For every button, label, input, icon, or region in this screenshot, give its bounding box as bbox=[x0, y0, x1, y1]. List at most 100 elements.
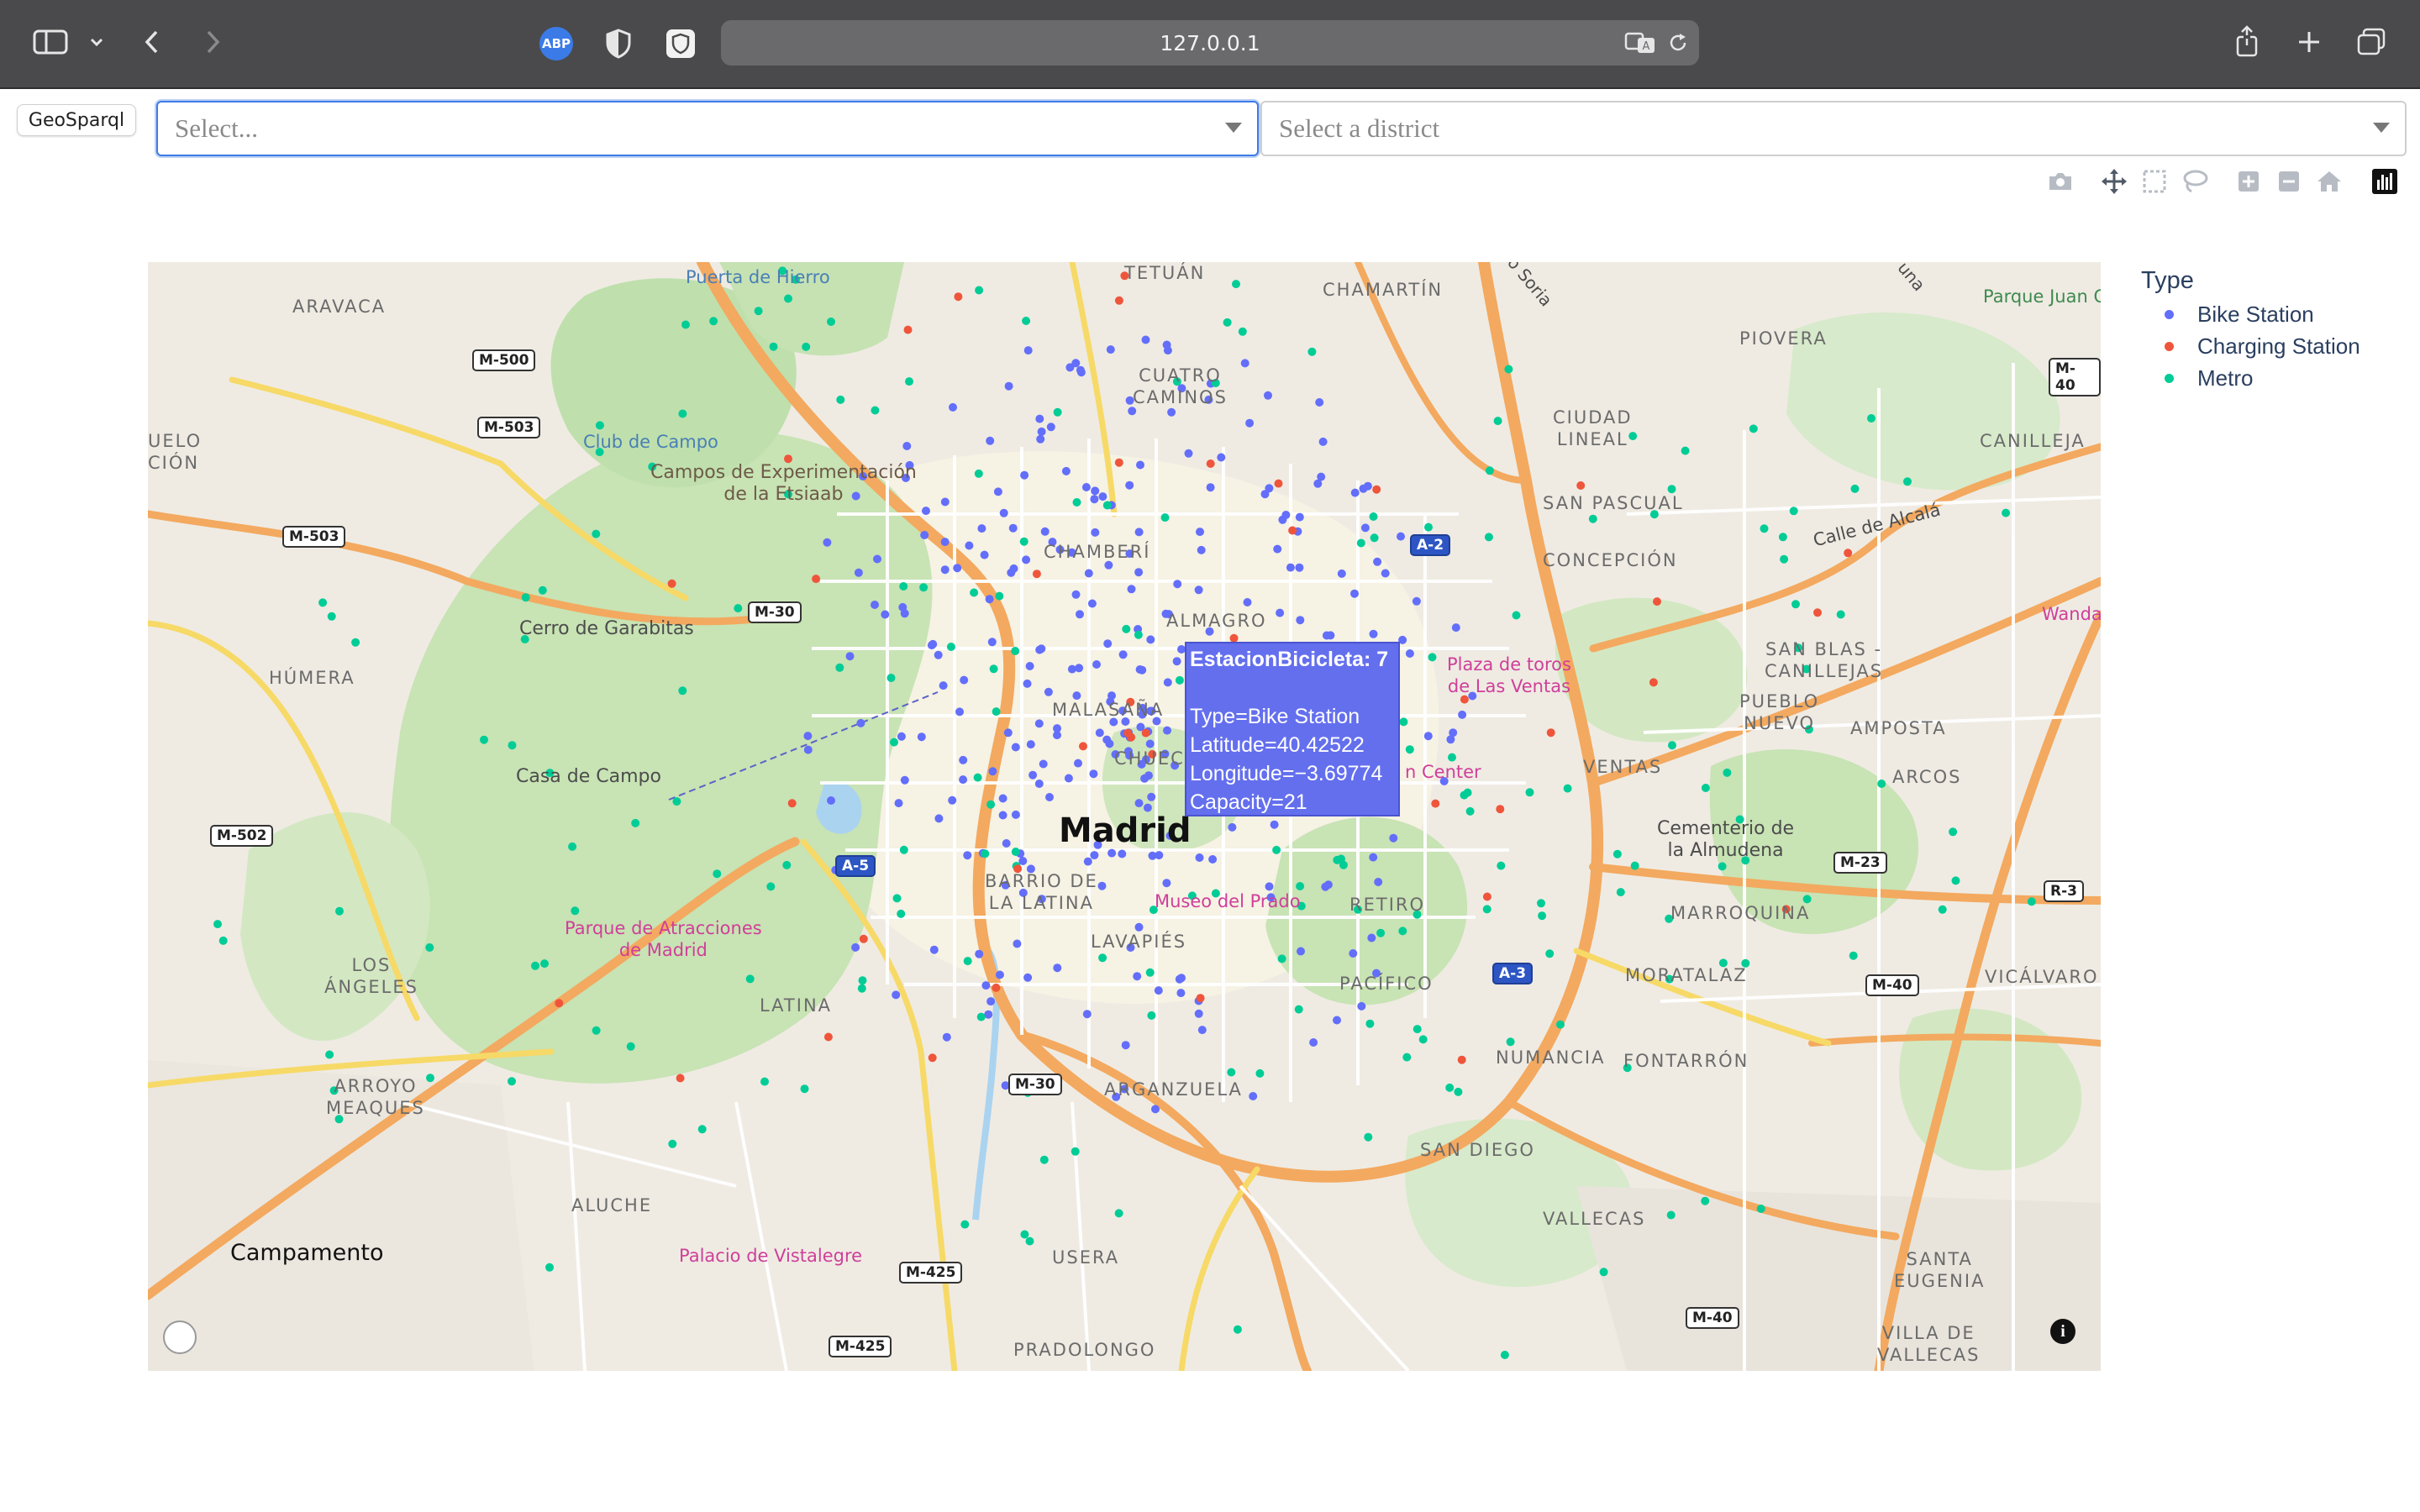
bike-station-marker[interactable] bbox=[1333, 1016, 1341, 1025]
metro-marker[interactable] bbox=[827, 318, 835, 326]
bike-station-marker[interactable] bbox=[1373, 557, 1382, 566]
bike-station-marker[interactable] bbox=[1134, 528, 1144, 537]
metro-marker[interactable] bbox=[1296, 882, 1305, 890]
tabs-overview-icon[interactable] bbox=[2354, 25, 2388, 59]
bike-station-marker[interactable] bbox=[1405, 649, 1414, 658]
metro-marker[interactable] bbox=[508, 1077, 516, 1086]
bike-station-marker[interactable] bbox=[917, 732, 926, 742]
metro-marker[interactable] bbox=[213, 920, 222, 929]
bike-station-marker[interactable] bbox=[1023, 973, 1033, 982]
bike-station-marker[interactable] bbox=[981, 981, 991, 990]
bike-station-marker[interactable] bbox=[1173, 580, 1182, 589]
bike-station-marker[interactable] bbox=[1217, 453, 1226, 462]
privacy-icon[interactable] bbox=[664, 27, 697, 60]
bike-station-marker[interactable] bbox=[1084, 569, 1093, 578]
metro-marker[interactable] bbox=[2002, 508, 2011, 517]
bike-station-marker[interactable] bbox=[1194, 585, 1203, 595]
metro-marker[interactable] bbox=[668, 1139, 677, 1148]
metro-marker[interactable] bbox=[766, 882, 776, 891]
reset-view-icon[interactable] bbox=[2312, 165, 2346, 198]
bike-station-marker[interactable] bbox=[1176, 989, 1186, 998]
bike-station-marker[interactable] bbox=[1423, 732, 1433, 741]
metro-marker[interactable] bbox=[890, 738, 898, 747]
metro-marker[interactable] bbox=[905, 377, 913, 386]
box-select-icon[interactable] bbox=[2138, 165, 2171, 198]
bike-station-marker[interactable] bbox=[939, 681, 948, 690]
charging-station-marker[interactable] bbox=[1274, 479, 1283, 488]
bike-station-marker[interactable] bbox=[1163, 678, 1172, 687]
bike-station-marker[interactable] bbox=[1350, 488, 1360, 497]
bike-station-marker[interactable] bbox=[1297, 947, 1305, 956]
metro-marker[interactable] bbox=[1011, 647, 1020, 655]
bike-station-marker[interactable] bbox=[1136, 460, 1144, 470]
charging-station-marker[interactable] bbox=[1196, 994, 1205, 1003]
bike-station-marker[interactable] bbox=[1090, 851, 1099, 860]
bike-station-marker[interactable] bbox=[1003, 728, 1013, 738]
bike-station-marker[interactable] bbox=[1276, 608, 1285, 617]
pan-icon[interactable] bbox=[2097, 165, 2131, 198]
bike-station-marker[interactable] bbox=[881, 610, 890, 619]
bike-station-marker[interactable] bbox=[1071, 590, 1081, 599]
metro-marker[interactable] bbox=[425, 943, 434, 952]
charging-station-marker[interactable] bbox=[1653, 597, 1661, 606]
chevron-down-icon[interactable] bbox=[1225, 123, 1242, 133]
charging-station-marker[interactable] bbox=[1114, 296, 1123, 305]
metro-marker[interactable] bbox=[989, 664, 998, 674]
bike-station-marker[interactable] bbox=[949, 402, 957, 412]
bike-station-marker[interactable] bbox=[827, 796, 835, 805]
bike-station-marker[interactable] bbox=[1011, 743, 1020, 752]
charging-station-marker[interactable] bbox=[1496, 805, 1505, 814]
map-logo-icon[interactable] bbox=[163, 1320, 197, 1354]
bike-station-marker[interactable] bbox=[1020, 470, 1029, 480]
metro-marker[interactable] bbox=[1025, 1236, 1034, 1246]
bike-station-marker[interactable] bbox=[986, 436, 995, 445]
bike-station-marker[interactable] bbox=[1007, 568, 1016, 577]
translate-icon[interactable]: A bbox=[1623, 30, 1657, 55]
metro-marker[interactable] bbox=[2027, 897, 2036, 906]
bike-station-marker[interactable] bbox=[1265, 882, 1274, 891]
metro-marker[interactable] bbox=[697, 1125, 707, 1134]
bike-station-marker[interactable] bbox=[1037, 644, 1046, 654]
bike-station-marker[interactable] bbox=[1090, 495, 1099, 504]
charging-station-marker[interactable] bbox=[1431, 799, 1440, 808]
metro-marker[interactable] bbox=[1537, 899, 1545, 908]
metro-marker[interactable] bbox=[1402, 1053, 1412, 1062]
bike-station-marker[interactable] bbox=[1197, 545, 1206, 554]
charging-station-marker[interactable] bbox=[1288, 526, 1297, 535]
bike-station-marker[interactable] bbox=[1369, 853, 1378, 862]
bike-station-marker[interactable] bbox=[1155, 851, 1164, 860]
bike-station-marker[interactable] bbox=[1196, 528, 1204, 537]
metro-marker[interactable] bbox=[1612, 849, 1622, 858]
metro-marker[interactable] bbox=[899, 582, 908, 591]
bike-station-marker[interactable] bbox=[1097, 881, 1107, 890]
metro-marker[interactable] bbox=[1175, 675, 1184, 685]
bike-station-marker[interactable] bbox=[1076, 610, 1084, 619]
metro-marker[interactable] bbox=[1867, 414, 1876, 423]
bike-station-marker[interactable] bbox=[1091, 486, 1100, 496]
metro-marker[interactable] bbox=[678, 686, 687, 696]
bike-station-marker[interactable] bbox=[1243, 598, 1252, 606]
bike-station-marker[interactable] bbox=[980, 550, 989, 559]
metro-marker[interactable] bbox=[802, 342, 811, 351]
bike-station-marker[interactable] bbox=[854, 568, 863, 577]
metro-marker[interactable] bbox=[1232, 280, 1240, 289]
bike-station-marker[interactable] bbox=[998, 794, 1007, 803]
metro-marker[interactable] bbox=[318, 598, 328, 607]
bike-station-marker[interactable] bbox=[894, 799, 903, 808]
district-select[interactable]: Select a district bbox=[1260, 101, 2407, 156]
metro-marker[interactable] bbox=[1482, 905, 1491, 914]
metro-marker[interactable] bbox=[835, 663, 844, 672]
bike-station-marker[interactable] bbox=[1076, 365, 1085, 375]
charging-station-marker[interactable] bbox=[555, 999, 564, 1008]
metro-marker[interactable] bbox=[1405, 745, 1414, 754]
bike-station-marker[interactable] bbox=[856, 718, 865, 727]
charging-station-marker[interactable] bbox=[1114, 458, 1123, 467]
info-icon[interactable]: i bbox=[2050, 1319, 2075, 1344]
share-icon[interactable] bbox=[2232, 24, 2262, 59]
zoom-in-icon[interactable] bbox=[2232, 165, 2265, 198]
metro-marker[interactable] bbox=[538, 585, 547, 595]
metro-marker[interactable] bbox=[521, 593, 530, 602]
bike-station-marker[interactable] bbox=[922, 507, 930, 516]
bike-station-marker[interactable] bbox=[1363, 481, 1372, 491]
bike-station-marker[interactable] bbox=[1075, 664, 1084, 673]
